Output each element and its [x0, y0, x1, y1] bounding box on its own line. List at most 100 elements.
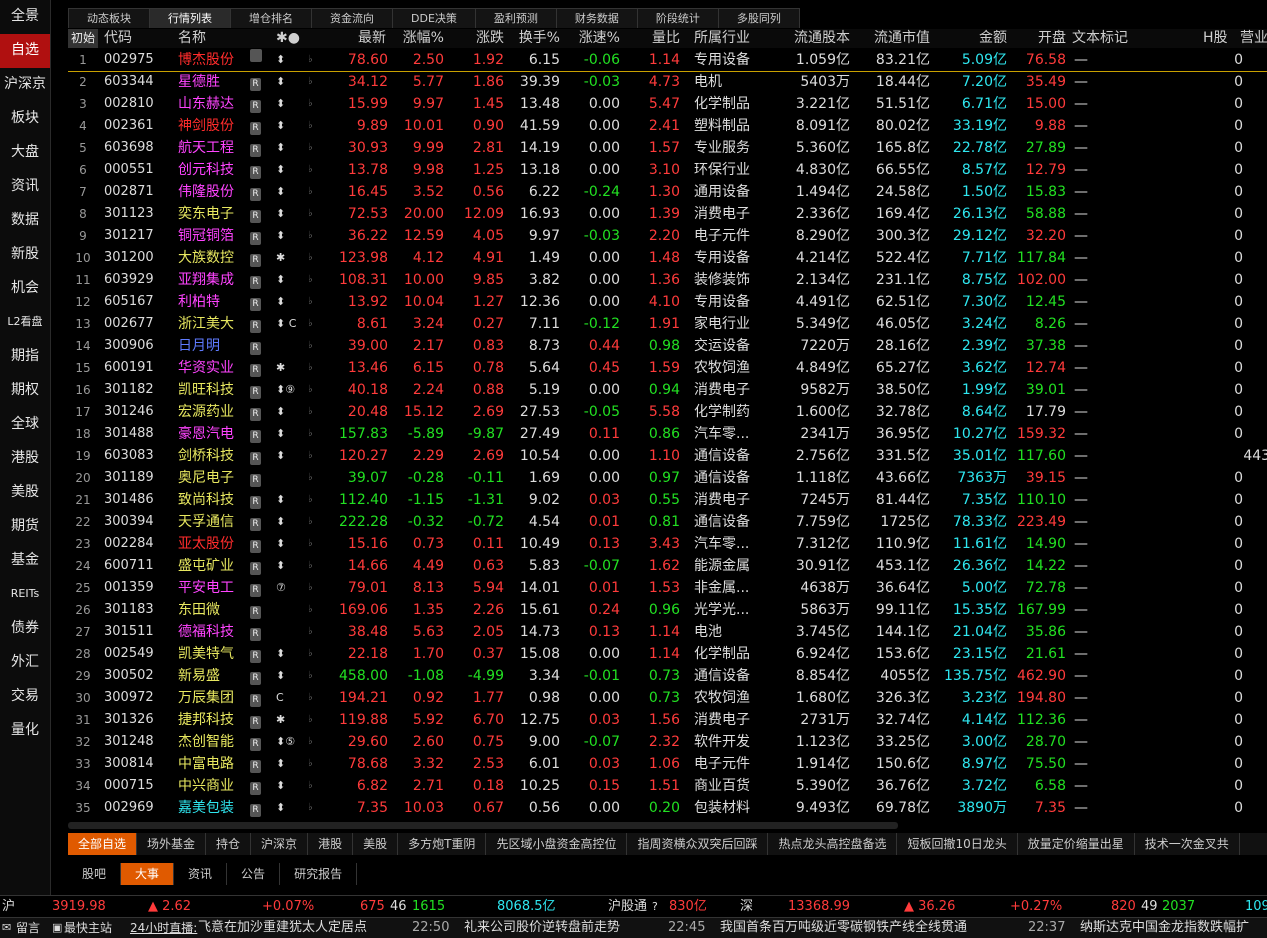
sidebar-item[interactable]: 期货 [0, 510, 50, 544]
table-row[interactable]: 29 300502 新易盛 R ⬍ ♭ 458.00 -1.08 -4.99 3.34 -0.01 0… [68, 665, 1267, 687]
table-row[interactable]: 26 301183 东田微 R ♭ 169.06 1.35 2.26 15.61 0.24 0.96… [68, 599, 1267, 621]
column-header[interactable]: H股 [1203, 29, 1228, 48]
watchlist-tab[interactable]: 先区域小盘资金高控位 [486, 833, 628, 855]
table-row[interactable]: 17 301246 宏源药业 R ⬍ ♭ 20.48 15.12 2.69 27.53 -0.05 5… [68, 401, 1267, 423]
table-row[interactable]: 7 002871 伟隆股份 R ⬍ ♭ 16.45 3.52 0.56 6.22 -0.24 1.30… [68, 181, 1267, 203]
sidebar-item[interactable]: 外汇 [0, 646, 50, 680]
table-row[interactable]: 33 300814 中富电路 R ⬍ ♭ 78.68 3.32 2.53 6.01 0.03 1.06… [68, 753, 1267, 775]
table-row[interactable]: 12 605167 利柏特 R ⬍ ♭ 13.92 10.04 1.27 12.36 0.00 4.1… [68, 291, 1267, 313]
table-row[interactable]: 31 301326 捷邦科技 R ✱ ♭ 119.88 5.92 6.70 12.75 0.03 1.… [68, 709, 1267, 731]
sz-index[interactable]: 13368.99 [788, 896, 850, 917]
sidebar-item[interactable]: 大盘 [0, 136, 50, 170]
table-row[interactable]: 18 301488 豪恩汽电 R ⬍ ♭ 157.83 -5.89 -9.87 27.49 0.11… [68, 423, 1267, 445]
table-row[interactable]: 21 301486 致尚科技 R ⬍ ♭ 112.40 -1.15 -1.31 9.02 0.03 0… [68, 489, 1267, 511]
column-header[interactable]: 开盘 [1010, 29, 1066, 48]
table-row[interactable]: 30 300972 万辰集团 R C ♭ 194.21 0.92 1.77 0.98 0.00 0.7… [68, 687, 1267, 709]
tab-8[interactable]: 多股同列 [717, 8, 800, 28]
column-header[interactable]: 涨幅% [386, 29, 444, 48]
table-row[interactable]: 16 301182 凯旺科技 R ⬍⑨ ♭ 40.18 2.24 0.88 5.19 0.00 0.9… [68, 379, 1267, 401]
sidebar-item[interactable]: 板块 [0, 102, 50, 136]
column-header[interactable]: 量比 [624, 29, 680, 48]
news-tab[interactable]: 大事 [121, 863, 175, 885]
table-row[interactable]: 1 002975 博杰股份 ⬍ ♭ 78.60 2.50 1.92 6.15 -0.06 1.14 专… [68, 49, 1267, 72]
table-row[interactable]: 32 301248 杰创智能 R ⬍⑤ ♭ 29.60 2.60 0.75 9.00 -0.07 2.… [68, 731, 1267, 753]
table-row[interactable]: 11 603929 亚翔集成 R ⬍ ♭ 108.31 10.00 9.85 3.82 0.00 1.… [68, 269, 1267, 291]
column-header[interactable]: 流通市值 [852, 29, 930, 48]
tab-1[interactable]: 行情列表 [149, 8, 231, 28]
watchlist-tab[interactable]: 指周资横众双突后回踩 [627, 833, 769, 855]
column-header[interactable]: 初始 [68, 29, 98, 48]
news-tab[interactable]: 股吧 [68, 863, 122, 885]
sidebar-item[interactable]: L2看盘 [0, 306, 50, 340]
news-tab[interactable]: 资讯 [174, 863, 228, 885]
watchlist-tab[interactable]: 持仓 [206, 833, 252, 855]
watchlist-tab[interactable]: 短板回撤10日龙头 [897, 833, 1018, 855]
column-header[interactable]: ✱● [276, 29, 300, 48]
sidebar-item[interactable]: 机会 [0, 272, 50, 306]
column-header[interactable]: 换手% [508, 29, 560, 48]
news-tab[interactable]: 研究报告 [280, 863, 358, 885]
watchlist-tab[interactable]: 场外基金 [137, 833, 207, 855]
table-row[interactable]: 28 002549 凯美特气 R ⬍ ♭ 22.18 1.70 0.37 15.08 0.00 1.1… [68, 643, 1267, 665]
column-header[interactable]: 涨速% [562, 29, 620, 48]
table-row[interactable]: 4 002361 神剑股份 R ⬍ ♭ 9.89 10.01 0.90 41.59 0.00 2.41… [68, 115, 1267, 137]
news-item[interactable]: 礼来公司股价逆转盘前走势 [464, 918, 620, 938]
sidebar-item[interactable]: 新股 [0, 238, 50, 272]
sidebar-item[interactable]: 资讯 [0, 170, 50, 204]
horizontal-scrollbar[interactable] [68, 822, 898, 829]
sidebar-item[interactable]: 自选 [0, 34, 50, 68]
column-header[interactable]: 所属行业 [694, 29, 750, 48]
sidebar-item[interactable]: 沪深京 [0, 68, 50, 102]
column-header[interactable]: 文本标记 [1072, 29, 1128, 48]
sidebar-item[interactable]: 债券 [0, 612, 50, 646]
column-header[interactable]: 营业 [1240, 29, 1267, 48]
watchlist-tab[interactable]: 热点龙头高控盘备选 [768, 833, 898, 855]
table-row[interactable]: 20 301189 奥尼电子 R ♭ 39.07 -0.28 -0.11 1.69 0.00 0.9… [68, 467, 1267, 489]
sidebar-item[interactable]: 美股 [0, 476, 50, 510]
watchlist-tab[interactable]: 技术一次金叉共 [1135, 833, 1240, 855]
table-row[interactable]: 19 603083 剑桥科技 R ⬍ ♭ 120.27 2.29 2.69 10.54 0.00 1.… [68, 445, 1267, 467]
tab-0[interactable]: 动态板块 [68, 8, 150, 28]
sidebar-item[interactable]: 量化 [0, 714, 50, 748]
table-row[interactable]: 22 300394 天孚通信 R ⬍ ♭ 222.28 -0.32 -0.72 4.54 0.01 0… [68, 511, 1267, 533]
news-item[interactable]: 纳斯达克中国金龙指数跌幅扩 [1080, 918, 1249, 938]
watchlist-tab[interactable]: 放量定价缩量出星 [1018, 833, 1135, 855]
news-item[interactable]: 飞意在加沙重建犹太人定居点 [198, 918, 367, 938]
message-button[interactable]: 留言 [16, 918, 40, 938]
tab-4[interactable]: DDE决策 [392, 8, 476, 28]
table-row[interactable]: 14 300906 日月明 R ♭ 39.00 2.17 0.83 8.73 0.44 0.98 交运… [68, 335, 1267, 357]
sidebar-item[interactable]: 数据 [0, 204, 50, 238]
table-row[interactable]: 5 603698 航天工程 R ⬍ ♭ 30.93 9.99 2.81 14.19 0.00 1.57… [68, 137, 1267, 159]
table-row[interactable]: 27 301511 德福科技 R ♭ 38.48 5.63 2.05 14.73 0.13 1.14… [68, 621, 1267, 643]
table-row[interactable]: 2 603344 星德胜 R ⬍ ♭ 34.12 5.77 1.86 39.39 -0.03 4.73… [68, 71, 1267, 93]
sidebar-item[interactable]: 全景 [0, 0, 50, 34]
fastest-server-button[interactable]: 最快主站 [64, 918, 112, 938]
live-news-label[interactable]: 24小时直播: [130, 918, 197, 938]
table-row[interactable]: 24 600711 盛屯矿业 R ⬍ ♭ 14.66 4.49 0.63 5.83 -0.07 1.6… [68, 555, 1267, 577]
sidebar-item[interactable]: 基金 [0, 544, 50, 578]
table-row[interactable]: 3 002810 山东赫达 R ⬍ ♭ 15.99 9.97 1.45 13.48 0.00 5.47… [68, 93, 1267, 115]
table-row[interactable]: 15 600191 华资实业 R ✱ ♭ 13.46 6.15 0.78 5.64 0.45 1.59… [68, 357, 1267, 379]
message-icon[interactable]: ✉ [2, 918, 11, 938]
server-icon[interactable]: ▣ [52, 918, 62, 938]
table-row[interactable]: 13 002677 浙江美大 R ⬍ C ♭ 8.61 3.24 0.27 7.11 -0.12 1.… [68, 313, 1267, 335]
column-header[interactable]: 涨跌 [448, 29, 504, 48]
column-header[interactable]: 金额 [932, 29, 1007, 48]
sidebar-item[interactable]: 期权 [0, 374, 50, 408]
column-header[interactable]: 名称 [178, 29, 206, 48]
table-row[interactable]: 6 000551 创元科技 R ⬍ ♭ 13.78 9.98 1.25 13.18 0.00 3.10… [68, 159, 1267, 181]
column-header[interactable]: 最新 [338, 29, 386, 48]
news-item[interactable]: 我国首条百万吨级近零碳钢铁产线全线贯通 [720, 918, 967, 938]
watchlist-tab[interactable]: 美股 [353, 833, 399, 855]
table-row[interactable]: 34 000715 中兴商业 R ⬍ ♭ 6.82 2.71 0.18 10.25 0.15 1.51… [68, 775, 1267, 797]
table-row[interactable]: 10 301200 大族数控 R ✱ ♭ 123.98 4.12 4.91 1.49 0.00 1.4… [68, 247, 1267, 269]
tab-7[interactable]: 阶段统计 [636, 8, 719, 28]
column-header[interactable]: 代码 [104, 29, 132, 48]
tab-3[interactable]: 资金流向 [311, 8, 393, 28]
watchlist-tab[interactable]: 沪深京 [251, 833, 309, 855]
tab-2[interactable]: 增仓排名 [230, 8, 312, 28]
sidebar-item[interactable]: 交易 [0, 680, 50, 714]
sidebar-item[interactable]: 全球 [0, 408, 50, 442]
watchlist-tab[interactable]: 港股 [308, 833, 354, 855]
sidebar-item[interactable]: 港股 [0, 442, 50, 476]
